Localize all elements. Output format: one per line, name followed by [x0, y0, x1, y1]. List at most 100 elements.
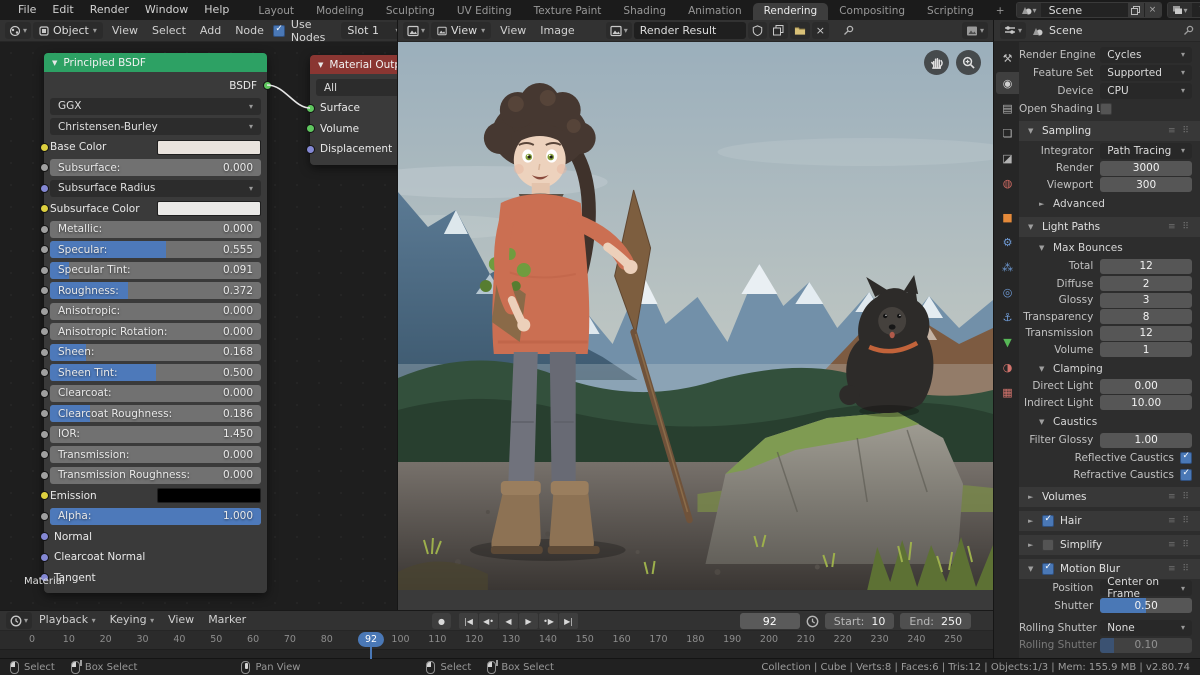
panel-header-light-paths[interactable]: ▼Light Paths≡ ⠿	[1019, 217, 1200, 237]
image-menu-image[interactable]: Image	[533, 24, 581, 37]
all-dropdown[interactable]: All▾	[316, 79, 397, 96]
render-field[interactable]: 3000	[1100, 161, 1192, 176]
input-socket[interactable]	[306, 145, 315, 154]
input-socket[interactable]	[40, 163, 49, 172]
jump-to-start-button[interactable]: |◀	[459, 613, 478, 629]
play-reverse-button[interactable]: ◀	[499, 613, 518, 629]
play-button[interactable]: ▶	[519, 613, 538, 629]
use-nodes-checkbox[interactable]	[273, 25, 285, 37]
shader-menu-node[interactable]: Node	[228, 24, 271, 37]
input-socket[interactable]	[40, 266, 49, 275]
new-image-button[interactable]	[769, 22, 788, 39]
workspace-tab-scripting[interactable]: Scripting	[916, 3, 985, 20]
unlink-scene-button[interactable]: ×	[1145, 3, 1161, 17]
principled-node-header[interactable]: ▼ Principled BSDF	[44, 53, 267, 72]
timeline-menu-keying[interactable]: Keying ▾	[103, 613, 161, 626]
timeline-menu-playback[interactable]: Playback ▾	[32, 613, 103, 626]
current-frame-field[interactable]: 92	[740, 613, 800, 629]
input-socket[interactable]	[40, 184, 49, 193]
integrator-dropdown[interactable]: Path Tracing▾	[1100, 143, 1192, 159]
input-socket[interactable]	[40, 512, 49, 521]
anisotropic-slider[interactable]: Anisotropic:0.000	[50, 303, 261, 320]
properties-tab-material[interactable]: ◑	[996, 356, 1019, 378]
image-view-mode-dropdown[interactable]: View ▾	[431, 22, 491, 39]
properties-tab-constraints[interactable]: ⚓	[996, 306, 1019, 328]
subsurface-radius-dropdown[interactable]: Subsurface Radius▾	[50, 180, 261, 197]
panel-options-icon[interactable]: ≡ ⠿	[1168, 222, 1191, 232]
properties-tab-world[interactable]: ◍	[996, 172, 1019, 194]
output-node-header[interactable]: ▼ Material Output	[310, 55, 397, 74]
editor-type-button[interactable]: ▾	[6, 612, 32, 629]
shader-menu-select[interactable]: Select	[145, 24, 193, 37]
menu-help[interactable]: Help	[196, 3, 237, 16]
clearcoat-slider[interactable]: Clearcoat:0.000	[50, 385, 261, 402]
timeline-menu-marker[interactable]: Marker	[201, 613, 253, 626]
properties-tab-particles[interactable]: ⁂	[996, 256, 1019, 278]
base-color-color-swatch[interactable]	[157, 140, 261, 155]
input-socket[interactable]	[40, 204, 49, 213]
input-socket[interactable]	[40, 307, 49, 316]
emission-color-swatch[interactable]	[157, 488, 261, 503]
subsurface-color-color-swatch[interactable]	[157, 201, 261, 216]
properties-tab-modifiers[interactable]: ⚙	[996, 231, 1019, 253]
subsurface-slider[interactable]: Subsurface:0.000	[50, 159, 261, 176]
pan-view-button[interactable]	[924, 50, 949, 75]
viewport-field[interactable]: 300	[1100, 177, 1192, 192]
sheen-tint-slider[interactable]: Sheen Tint:0.500	[50, 364, 261, 381]
input-socket[interactable]	[40, 491, 49, 500]
clock-icon[interactable]	[806, 615, 819, 628]
total-field[interactable]: 12	[1100, 259, 1192, 274]
next-keyframe-button[interactable]: •▶	[539, 613, 558, 629]
properties-tab-data[interactable]: ▼	[996, 331, 1019, 353]
panel-header-volumes[interactable]: ►Volumes≡ ⠿	[1019, 487, 1200, 507]
timeline-ruler[interactable]: 0102030405060708010011012013014015016017…	[0, 631, 993, 649]
refractive-caustics-checkbox[interactable]	[1180, 469, 1192, 481]
scene-selector[interactable]: ▾ Scene ×	[1016, 2, 1162, 18]
pin-icon[interactable]	[1183, 25, 1194, 36]
input-socket[interactable]	[40, 409, 49, 418]
ggx-dropdown[interactable]: GGX▾	[50, 98, 261, 115]
record-button[interactable]: ●	[432, 613, 451, 629]
clearcoat-roughness-slider[interactable]: Clearcoat Roughness:0.186	[50, 405, 261, 422]
jump-to-end-button[interactable]: ▶|	[559, 613, 578, 629]
panel-options-icon[interactable]: ≡ ⠿	[1168, 492, 1191, 502]
panel-header-hair[interactable]: ►Hair≡ ⠿	[1019, 511, 1200, 531]
anisotropic-rotation-slider[interactable]: Anisotropic Rotation:0.000	[50, 323, 261, 340]
indirect-light-field[interactable]: 10.00	[1100, 395, 1192, 410]
open-image-button[interactable]	[790, 22, 810, 39]
image-name-field[interactable]: Render Result	[634, 22, 746, 39]
properties-tab-physics[interactable]: ◎	[996, 281, 1019, 303]
scene-name[interactable]: Scene	[1041, 4, 1127, 17]
open-shading-language-checkbox[interactable]	[1100, 103, 1112, 115]
filter-glossy-field[interactable]: 1.00	[1100, 433, 1192, 448]
unlink-image-button[interactable]: ×	[812, 22, 829, 39]
menu-render[interactable]: Render	[82, 3, 137, 16]
motion-blur-checkbox[interactable]	[1042, 563, 1054, 575]
input-socket[interactable]	[40, 389, 49, 398]
material-output-node[interactable]: ▼ Material Output All▾SurfaceVolumeDispl…	[310, 55, 397, 165]
principled-bsdf-node[interactable]: ▼ Principled BSDF BSDFGGX▾Christensen-Bu…	[44, 53, 267, 593]
fake-user-button[interactable]	[748, 22, 767, 39]
view-layer-name[interactable]: View Layer	[1192, 4, 1200, 17]
input-socket[interactable]	[40, 430, 49, 439]
panel-header-simplify[interactable]: ►Simplify≡ ⠿	[1019, 535, 1200, 555]
subpanel-header-caustics[interactable]: ▼Caustics	[1019, 413, 1200, 431]
properties-tab-object[interactable]: ■	[996, 206, 1019, 228]
current-frame-badge[interactable]: 92	[358, 632, 384, 647]
device-dropdown[interactable]: CPU▾	[1100, 83, 1192, 99]
transparency-field[interactable]: 8	[1100, 309, 1192, 324]
input-socket[interactable]	[40, 471, 49, 480]
alpha-slider[interactable]: Alpha:1.000	[50, 508, 261, 525]
workspace-tab-compositing[interactable]: Compositing	[828, 3, 916, 20]
display-channels-button[interactable]: ▾	[962, 22, 988, 39]
metallic-slider[interactable]: Metallic:0.000	[50, 221, 261, 238]
image-datablock-icon[interactable]: ▾	[606, 22, 632, 39]
input-socket[interactable]	[40, 327, 49, 336]
properties-tab-tool[interactable]: ⚒	[996, 47, 1019, 69]
ior-slider[interactable]: IOR:1.450	[50, 426, 261, 443]
editor-type-button[interactable]: ▾	[1000, 22, 1026, 39]
input-socket[interactable]	[40, 225, 49, 234]
diffuse-field[interactable]: 2	[1100, 276, 1192, 291]
shader-type-dropdown[interactable]: Object ▾	[33, 22, 103, 39]
workspace-tab-sculpting[interactable]: Sculpting	[375, 3, 446, 20]
